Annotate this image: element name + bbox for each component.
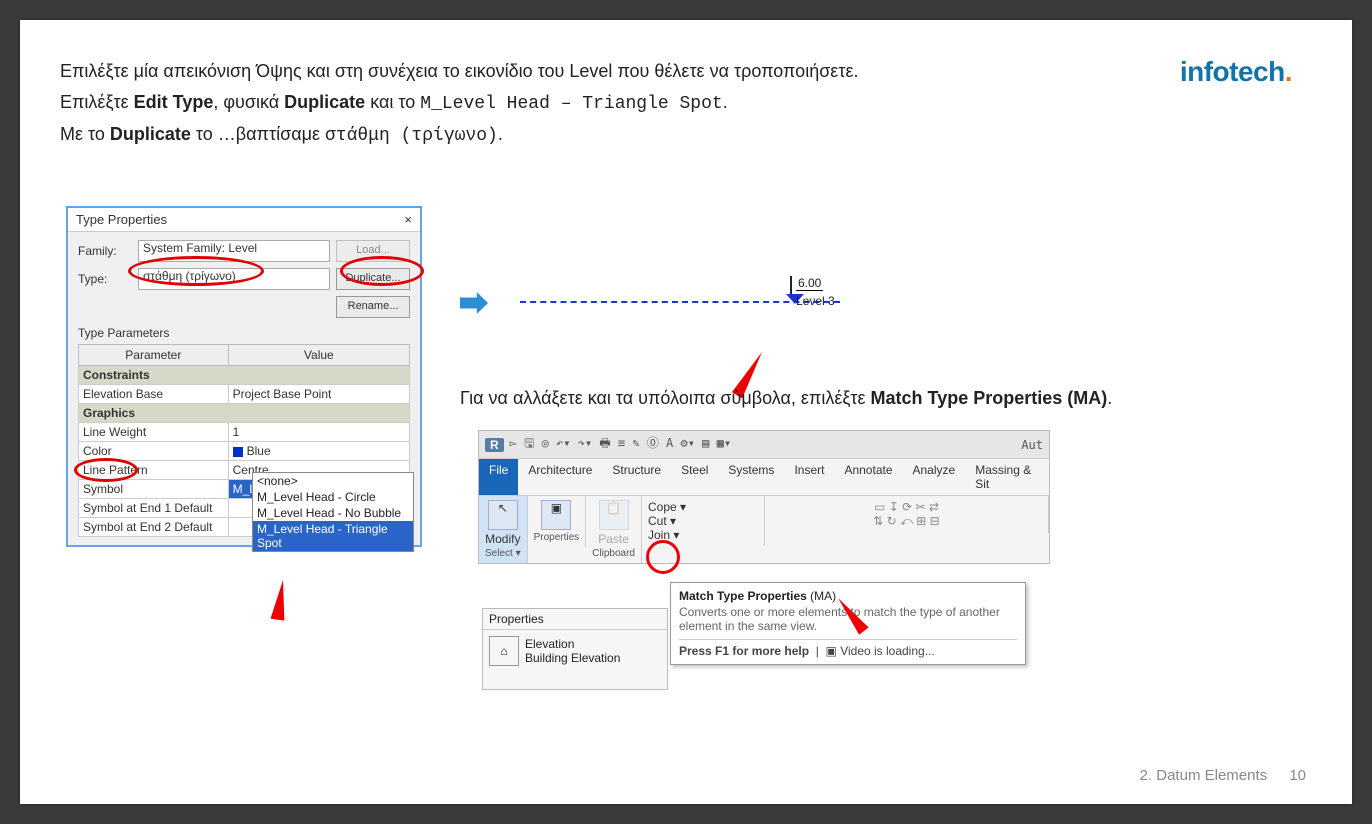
panel-properties: ▣ Properties: [528, 496, 587, 547]
tab-steel[interactable]: Steel: [671, 459, 718, 495]
red-arrow-icon: [271, 579, 290, 621]
cope-button[interactable]: Cope ▾: [648, 500, 758, 514]
level-tick: [790, 276, 792, 294]
dialog-title: Type Properties: [76, 212, 167, 227]
level-sketch: 6.00 Level 3: [460, 276, 850, 366]
dd-trianglespot[interactable]: M_Level Head - Triangle Spot: [253, 521, 413, 551]
revit-ribbon: R ▻ 🖫 ◎ ↶▾ ↷▾ 🖶 ≡ ✎ ⓪ A ⚙▾ ▤ ▦▾ Aut File…: [478, 430, 1050, 564]
cursor-icon[interactable]: ↖: [488, 500, 518, 530]
modify-tool-icons[interactable]: ▭ ↧ ⟳ ✂ ⇄⇅ ↻ ⤺ ⊞ ⊟: [771, 500, 1042, 529]
close-icon[interactable]: ×: [404, 212, 412, 227]
tab-structure[interactable]: Structure: [602, 459, 671, 495]
tab-analyze[interactable]: Analyze: [903, 459, 966, 495]
type-parameters-label: Type Parameters: [78, 326, 410, 340]
quick-access-toolbar: R ▻ 🖫 ◎ ↶▾ ↷▾ 🖶 ≡ ✎ ⓪ A ⚙▾ ▤ ▦▾ Aut: [479, 431, 1049, 459]
type-combo[interactable]: στάθμη (τρίγωνο): [138, 268, 330, 290]
tab-systems[interactable]: Systems: [718, 459, 784, 495]
col-value: Value: [228, 345, 409, 366]
paste-icon[interactable]: 📋: [599, 500, 629, 530]
match-type-tooltip: Match Type Properties (MA) Converts one …: [670, 582, 1026, 665]
panel-geometry: Cope ▾ Cut ▾ Join ▾: [642, 496, 765, 546]
tab-massing[interactable]: Massing & Sit: [965, 459, 1049, 495]
load-button[interactable]: Load...: [336, 240, 410, 262]
col-parameter: Parameter: [79, 345, 229, 366]
logo-brand: infotech: [1180, 56, 1285, 87]
logo: infotech.: [1180, 56, 1292, 88]
group-graphics: Graphics: [79, 404, 410, 423]
intro-l2: Επιλέξτε Edit Type, φυσικά Duplicate και…: [60, 87, 1312, 120]
intro-l1: Επιλέξτε μία απεικόνιση Όψης και στη συν…: [60, 56, 1312, 87]
family-combo[interactable]: System Family: Level: [138, 240, 330, 262]
modify-button[interactable]: Modify: [485, 532, 520, 546]
properties-icon[interactable]: ▣: [541, 500, 571, 530]
join-button[interactable]: Join ▾: [648, 528, 758, 542]
panel-modify-tools: ▭ ↧ ⟳ ✂ ⇄⇅ ↻ ⤺ ⊞ ⊟: [765, 496, 1049, 533]
cut-button[interactable]: Cut ▾: [648, 514, 758, 528]
panel-clipboard: 📋 Paste Clipboard: [586, 496, 642, 563]
dd-none[interactable]: <none>: [253, 473, 413, 489]
ribbon-tabs: File Architecture Structure Steel System…: [479, 459, 1049, 496]
symbol-param: Symbol: [79, 480, 229, 499]
duplicate-button[interactable]: Duplicate...: [336, 268, 410, 290]
level-name: Level 3: [796, 294, 835, 308]
dialog-titlebar: Type Properties ×: [68, 208, 420, 232]
level-value: 6.00: [796, 276, 823, 291]
properties-title: Properties: [483, 609, 667, 630]
family-label: Family:: [78, 244, 138, 258]
tab-insert[interactable]: Insert: [784, 459, 834, 495]
panel-select: ↖ Modify Select ▾: [479, 496, 528, 563]
qat-right: Aut: [1021, 438, 1043, 452]
intro-text: Επιλέξτε μία απεικόνιση Όψης και στη συν…: [60, 56, 1312, 152]
qat-icons[interactable]: ▻ 🖫 ◎ ↶▾ ↷▾ 🖶 ≡ ✎ ⓪ A ⚙▾ ▤ ▦▾: [510, 434, 731, 455]
type-selector[interactable]: Elevation Building Elevation: [525, 637, 620, 665]
tab-file[interactable]: File: [479, 459, 518, 495]
dd-nobubble[interactable]: M_Level Head - No Bubble: [253, 505, 413, 521]
video-icon: ▣: [826, 644, 837, 658]
group-constraints: Constraints: [79, 366, 410, 385]
blue-arrow-icon: [460, 292, 488, 314]
elevation-type-icon[interactable]: ⌂: [489, 636, 519, 666]
tab-annotate[interactable]: Annotate: [834, 459, 902, 495]
properties-palette: Properties ⌂ Elevation Building Elevatio…: [482, 608, 668, 690]
ribbon-panels: ↖ Modify Select ▾ ▣ Properties 📋 Paste C…: [479, 496, 1049, 563]
footer-page: 10: [1289, 767, 1306, 784]
dd-circle[interactable]: M_Level Head - Circle: [253, 489, 413, 505]
type-label: Type:: [78, 272, 138, 286]
color-swatch-icon: [233, 447, 243, 457]
rename-button[interactable]: Rename...: [336, 296, 410, 318]
slide-footer: 2. Datum Elements 10: [1140, 767, 1306, 784]
tab-architecture[interactable]: Architecture: [518, 459, 602, 495]
footer-section: 2. Datum Elements: [1140, 767, 1268, 784]
caption-match-type: Για να αλλάξετε και τα υπόλοιπα σύμβολα,…: [460, 388, 1112, 409]
intro-l3: Με το Duplicate το …βαπτίσαμε στάθμη (τρ…: [60, 119, 1312, 152]
logo-dot: .: [1285, 56, 1292, 87]
revit-logo-icon: R: [485, 438, 504, 452]
slide: infotech. Επιλέξτε μία απεικόνιση Όψης κ…: [20, 20, 1352, 804]
symbol-dropdown[interactable]: <none> M_Level Head - Circle M_Level Hea…: [252, 472, 414, 552]
